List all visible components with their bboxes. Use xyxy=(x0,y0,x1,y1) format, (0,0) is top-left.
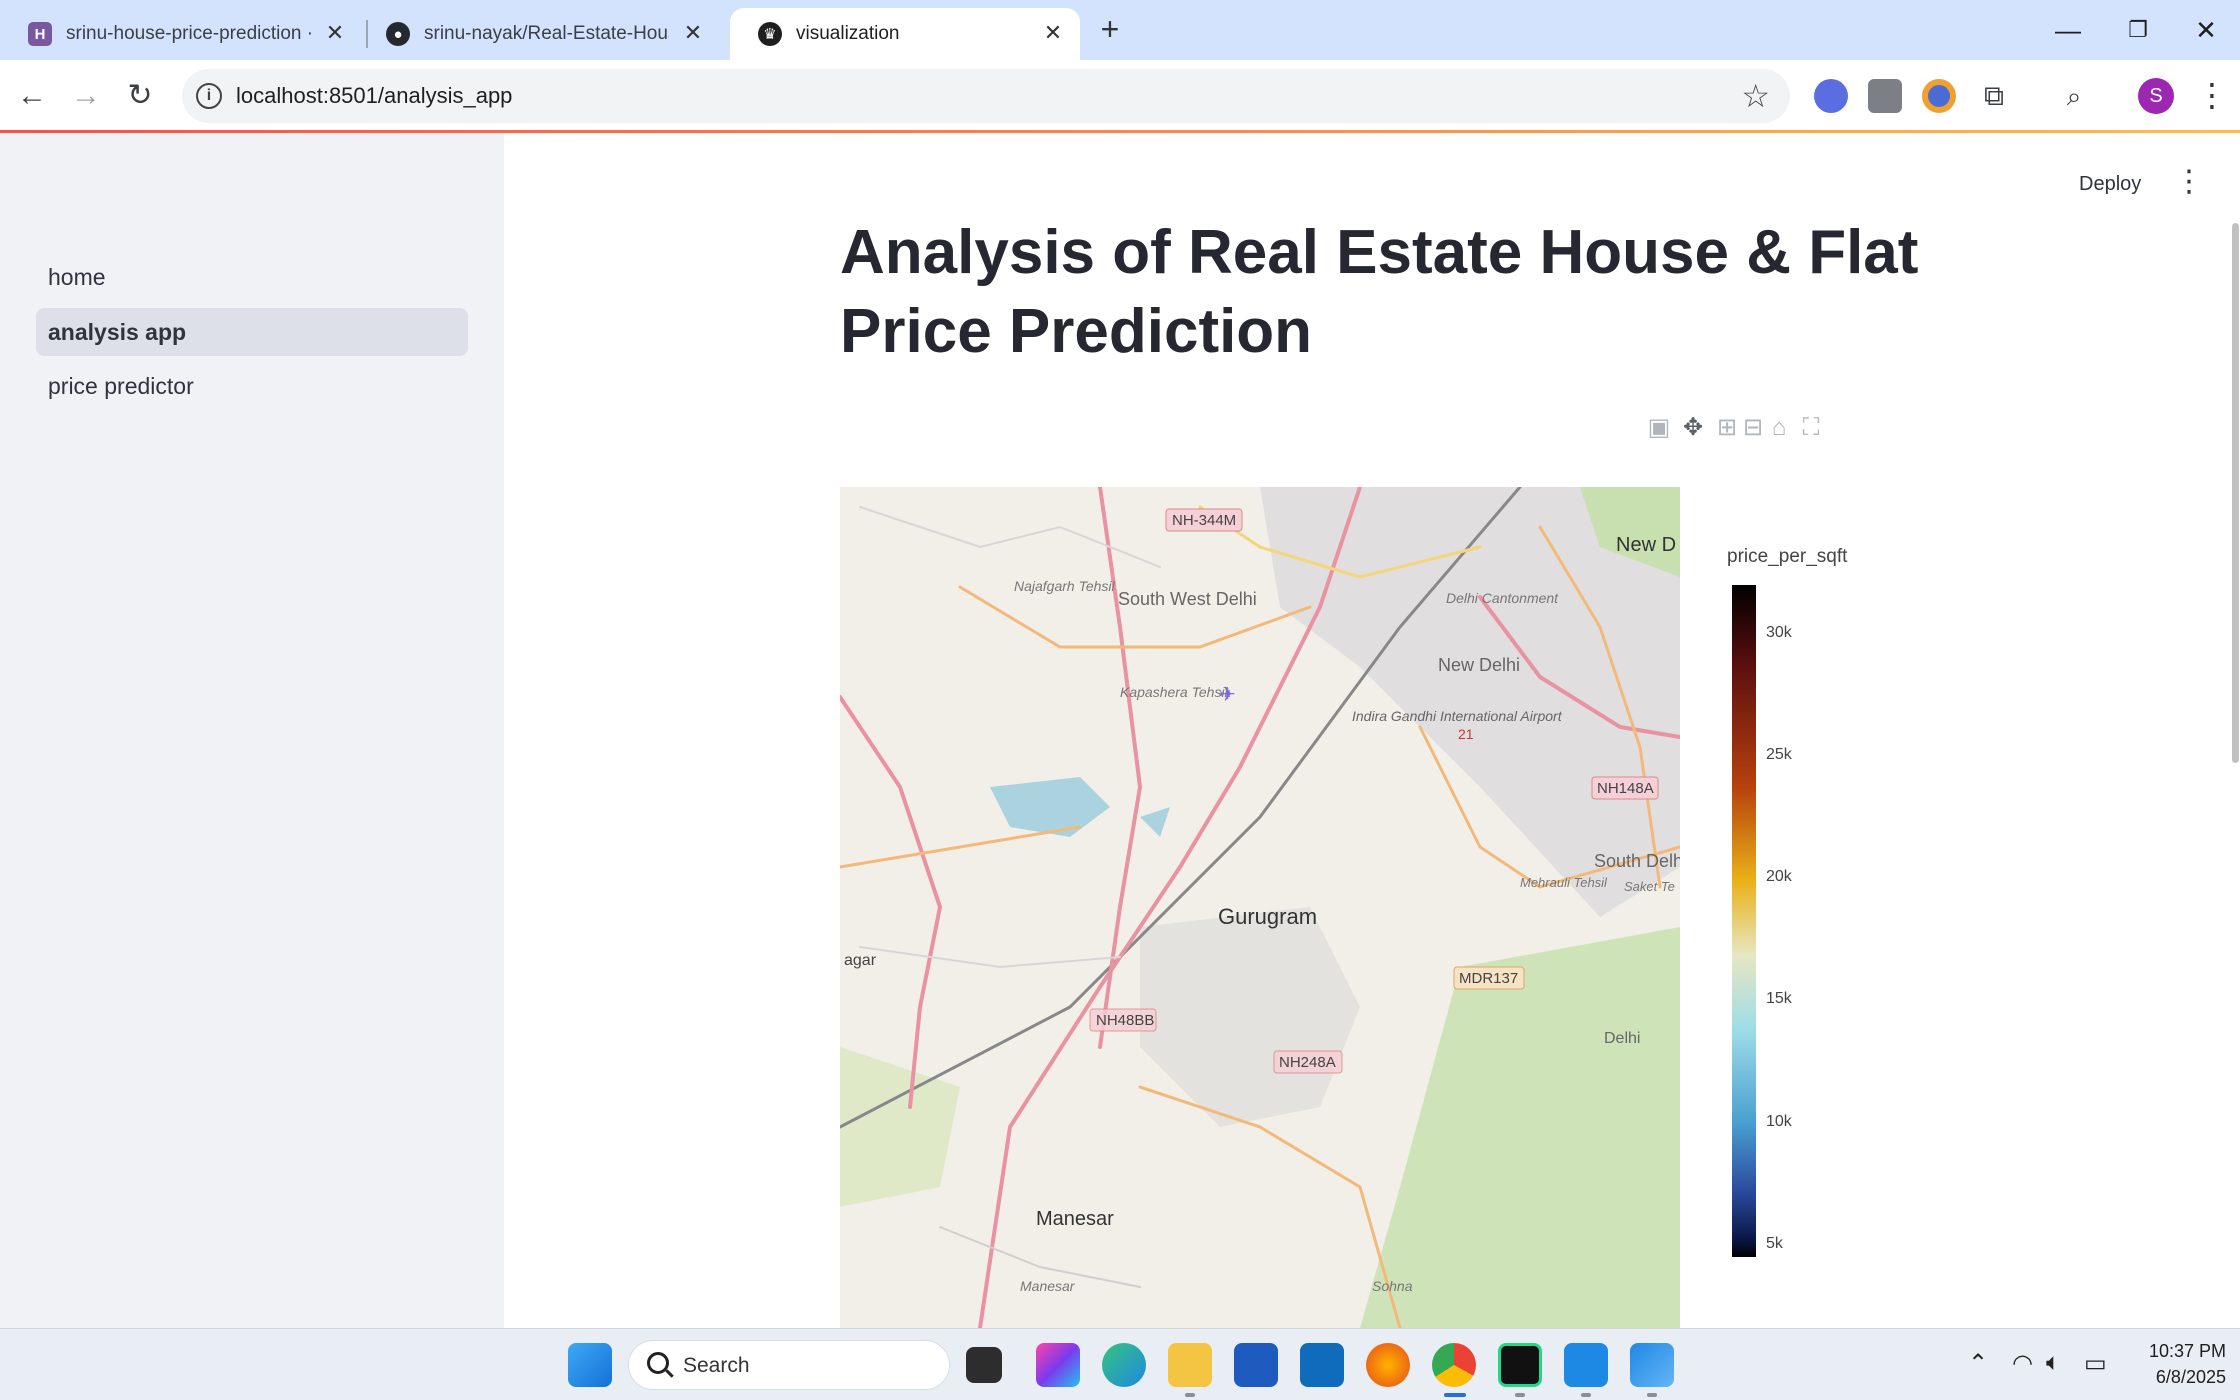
photos-icon[interactable] xyxy=(1630,1343,1674,1387)
map-label-saket: Saket Te xyxy=(1624,879,1675,894)
bookmark-star-icon[interactable]: ☆ xyxy=(1741,77,1770,115)
tray-overflow-icon[interactable]: ⌃ xyxy=(1968,1349,1988,1378)
browser-tab-github[interactable]: ● srinu-nayak/Real-Estate-House ✕ xyxy=(358,8,720,60)
colorbar-tick-label: 20k xyxy=(1766,868,1792,886)
map-label-nh248a: NH248A xyxy=(1279,1054,1336,1071)
extension-icon-2[interactable] xyxy=(1868,79,1902,113)
pan-icon[interactable]: ✥ xyxy=(1678,413,1708,443)
extension-icon-1[interactable] xyxy=(1814,79,1848,113)
colorbar xyxy=(1732,585,1756,1257)
task-view-icon[interactable] xyxy=(966,1347,1002,1383)
map-label-nh344m: NH-344M xyxy=(1172,512,1236,529)
outlook-icon[interactable] xyxy=(1300,1343,1344,1387)
browser-menu-icon[interactable]: ⋮ xyxy=(2196,76,2228,114)
new-tab-button[interactable]: + xyxy=(1094,12,1126,46)
scatter-mapbox[interactable]: ✈ NH-344M New D Najafgarh Tehsil South W… xyxy=(840,487,1680,1328)
deploy-button[interactable]: Deploy xyxy=(2079,173,2141,196)
reload-icon[interactable]: ↻ xyxy=(118,74,162,118)
streamlit-crown-icon: ♛ xyxy=(758,22,782,46)
map-label-sohna: Sohna xyxy=(1372,1278,1413,1294)
browser-toolbar: ← → ↻ i localhost:8501/analysis_app ☆ ⧉ … xyxy=(0,60,2240,132)
sidebar-item-home[interactable]: home xyxy=(36,253,468,301)
restore-icon[interactable]: ❐ xyxy=(2118,10,2158,50)
sidebar: home analysis app price predictor xyxy=(0,133,504,1328)
map-label-south-west-delhi: South West Delhi xyxy=(1118,589,1257,609)
tab-title: srinu-nayak/Real-Estate-House xyxy=(424,23,669,44)
forward-icon[interactable]: → xyxy=(64,74,108,118)
map-label-mdr137: MDR137 xyxy=(1459,970,1518,987)
address-bar[interactable]: i localhost:8501/analysis_app ☆ xyxy=(182,69,1790,123)
clock-date[interactable]: 6/8/2025 xyxy=(2126,1367,2226,1388)
extension-icon-3[interactable] xyxy=(1922,79,1956,113)
fullscreen-icon[interactable]: ⛶ xyxy=(1796,413,1826,443)
pycharm-icon[interactable] xyxy=(1498,1343,1542,1387)
map-label-south-delhi: South Delh xyxy=(1594,851,1680,871)
copilot-icon[interactable] xyxy=(1036,1343,1080,1387)
volume-icon[interactable]: 🔈︎ xyxy=(2046,1349,2060,1377)
colorbar-title: price_per_sqft xyxy=(1727,546,1848,567)
home-icon[interactable]: ⌂ xyxy=(1764,413,1794,443)
browser-tab-strip: H srinu-house-price-prediction · H ✕ ● s… xyxy=(0,0,2240,60)
taskbar-search[interactable]: Search xyxy=(628,1340,950,1390)
scrollbar[interactable] xyxy=(2232,223,2239,763)
battery-icon[interactable]: ▭ xyxy=(2084,1349,2107,1378)
close-tab-icon[interactable]: ✕ xyxy=(322,20,348,46)
map-label-nagar: agar xyxy=(844,952,877,969)
close-tab-icon[interactable]: ✕ xyxy=(680,20,706,46)
map-label-airport: Indira Gandhi International Airport xyxy=(1352,708,1563,724)
store-icon[interactable] xyxy=(1234,1343,1278,1387)
map-label-delhi-right: Delhi xyxy=(1604,1030,1640,1047)
chrome-icon[interactable] xyxy=(1432,1343,1476,1387)
map-label-najafgarh: Najafgarh Tehsil xyxy=(1014,578,1116,594)
main-content: Deploy ⋮ Analysis of Real Estate House &… xyxy=(504,133,2240,1328)
main-menu-icon[interactable]: ⋮ xyxy=(2174,167,2204,197)
map-label-manesar: Manesar xyxy=(1036,1208,1114,1230)
sidebar-item-price-predictor[interactable]: price predictor xyxy=(36,362,468,410)
colorbar-tick-label: 10k xyxy=(1766,1112,1792,1130)
map-label-gurugram: Gurugram xyxy=(1218,904,1317,929)
colorbar-tick-label: 30k xyxy=(1766,623,1792,641)
close-window-icon[interactable]: ✕ xyxy=(2186,10,2226,50)
browser-tab-heroku[interactable]: H srinu-house-price-prediction · H ✕ xyxy=(0,8,362,60)
map-label-nh148a: NH148A xyxy=(1597,780,1654,797)
page-title: Analysis of Real Estate House & Flat Pri… xyxy=(840,218,1919,366)
site-info-icon[interactable]: i xyxy=(196,83,222,109)
wifi-icon[interactable]: ◠ xyxy=(2012,1349,2033,1378)
colorbar-tick-label: 25k xyxy=(1766,746,1792,764)
sidebar-item-analysis-app[interactable]: analysis app xyxy=(36,308,468,356)
notepad-icon[interactable] xyxy=(1564,1343,1608,1387)
search-icon xyxy=(647,1352,669,1374)
map-canvas[interactable]: ✈ NH-344M New D Najafgarh Tehsil South W… xyxy=(840,487,1680,1328)
profile-avatar[interactable]: S xyxy=(2138,78,2174,114)
firefox-icon[interactable] xyxy=(1366,1343,1410,1387)
tab-title: visualization xyxy=(796,23,900,44)
colorbar-tick-label: 5k xyxy=(1766,1234,1783,1252)
edge-icon[interactable] xyxy=(1102,1343,1146,1387)
map-label-new-delhi: New Delhi xyxy=(1438,655,1520,675)
map-label-mehrauli: Mehrauli Tehsil xyxy=(1520,875,1608,890)
map-label-manesar-tehsil: Manesar xyxy=(1020,1278,1076,1294)
map-label-road-21: 21 xyxy=(1458,726,1474,742)
url-text[interactable]: localhost:8501/analysis_app xyxy=(236,83,512,109)
clock-time[interactable]: 10:37 PM xyxy=(2126,1341,2226,1362)
minimize-icon[interactable]: — xyxy=(2048,10,2088,50)
map-label-new-delhi-top: New D xyxy=(1616,534,1676,556)
tab-search-icon[interactable]: ⌕ xyxy=(2052,74,2096,118)
map-label-delhi-cantonment: Delhi Cantonment xyxy=(1446,590,1559,606)
file-explorer-icon[interactable] xyxy=(1168,1343,1212,1387)
colorbar-tick-label: 15k xyxy=(1766,990,1792,1008)
windows-start-icon[interactable] xyxy=(568,1343,612,1387)
browser-tab-visualization[interactable]: ♛ visualization ✕ xyxy=(730,8,1080,60)
close-tab-icon[interactable]: ✕ xyxy=(1040,20,1066,46)
back-icon[interactable]: ← xyxy=(10,74,54,118)
heroku-icon: H xyxy=(28,22,52,46)
extensions-puzzle-icon[interactable]: ⧉ xyxy=(1972,74,2016,118)
map-label-nh48bb: NH48BB xyxy=(1096,1012,1154,1029)
github-icon: ● xyxy=(386,22,410,46)
taskbar-search-label: Search xyxy=(683,1354,750,1377)
taskbar: Search ⌃ ◠ 🔈︎ ▭ 10:37 PM 6/8/2025 xyxy=(0,1328,2240,1400)
camera-icon[interactable]: ▣ xyxy=(1644,413,1674,443)
tab-title: srinu-house-price-prediction · H xyxy=(66,23,311,44)
map-label-kapashera: Kapashera Tehsil xyxy=(1120,684,1229,700)
